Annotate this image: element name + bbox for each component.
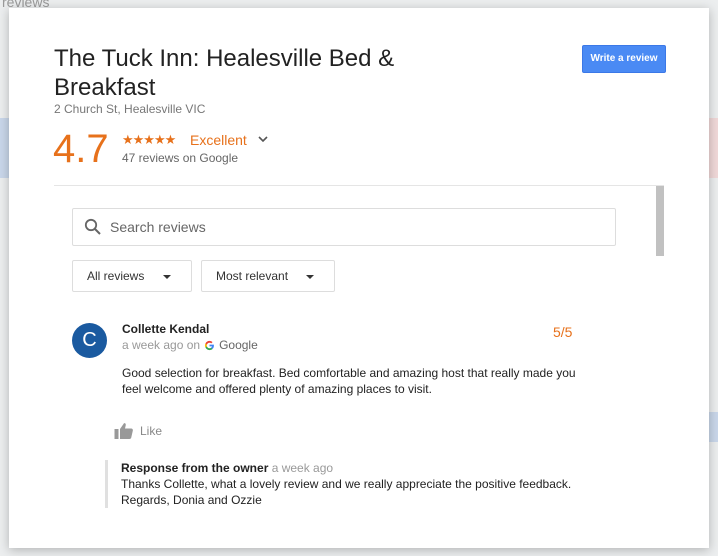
sort-dropdown[interactable]: Most relevant — [201, 260, 335, 292]
search-icon — [84, 218, 101, 235]
background-strip — [708, 412, 718, 442]
owner-response: Response from the owner a week ago Thank… — [105, 460, 601, 508]
rating-score: 4.7 — [53, 127, 109, 171]
search-box — [72, 208, 616, 246]
review-source: Google — [219, 338, 258, 352]
divider — [54, 185, 664, 186]
business-title: The Tuck Inn: Healesville Bed & Breakfas… — [54, 45, 395, 101]
reviewer-avatar[interactable]: C — [72, 323, 107, 358]
background-strip — [0, 118, 9, 178]
rating-stars: ★★★★★ — [122, 132, 176, 147]
sort-dropdown-value: Most relevant — [216, 269, 289, 283]
reviews-dialog: The Tuck Inn: Healesville Bed & Breakfas… — [9, 8, 709, 548]
caret-down-icon — [306, 275, 314, 279]
owner-response-header: Response from the owner a week ago — [121, 460, 601, 476]
filter-dropdown[interactable]: All reviews — [72, 260, 192, 292]
review-meta: a week ago on Google — [122, 338, 258, 352]
search-input[interactable] — [110, 217, 590, 237]
caret-down-icon — [163, 275, 171, 279]
google-g-icon — [204, 340, 214, 350]
rating-label[interactable]: Excellent — [190, 132, 247, 148]
review-count: 47 reviews on Google — [122, 151, 239, 165]
review-text: Good selection for breakfast. Bed comfor… — [122, 366, 576, 396]
chevron-down-icon[interactable] — [256, 132, 270, 146]
thumbs-up-icon — [114, 423, 133, 439]
business-address: 2 Church St, Healesville VIC — [54, 102, 206, 116]
owner-response-heading: Response from the owner — [121, 461, 269, 475]
write-review-button[interactable]: Write a review — [582, 45, 666, 73]
review-time: a week ago on — [122, 338, 201, 352]
review-score: 5/5 — [553, 324, 573, 340]
filter-dropdown-value: All reviews — [87, 269, 145, 283]
reviewer-name[interactable]: Collette Kendal — [122, 322, 209, 336]
background-strip — [708, 118, 718, 178]
like-button[interactable]: Like — [114, 422, 162, 440]
scrollbar-thumb[interactable] — [656, 186, 664, 256]
like-label: Like — [140, 424, 163, 438]
owner-response-text: Thanks Collette, what a lovely review an… — [121, 477, 572, 507]
owner-response-time: a week ago — [271, 461, 334, 475]
